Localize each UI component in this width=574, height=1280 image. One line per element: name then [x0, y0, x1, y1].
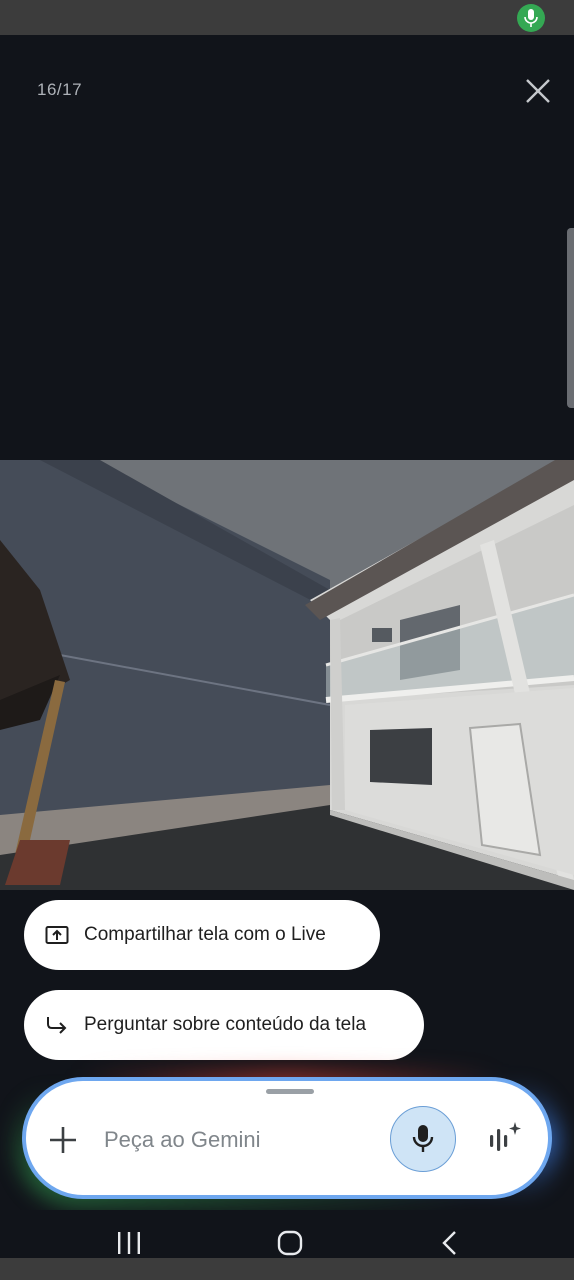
prompt-input[interactable]: Peça ao Gemini	[104, 1127, 261, 1153]
recent-apps-icon	[118, 1232, 140, 1254]
screen-share-icon	[44, 922, 70, 948]
gemini-input-bar[interactable]: Peça ao Gemini	[22, 1077, 552, 1199]
share-screen-live-label: Compartilhar tela com o Live	[84, 924, 326, 945]
ask-about-screen-chip[interactable]: Perguntar sobre conteúdo da tela	[24, 990, 424, 1060]
ask-about-screen-label: Perguntar sobre conteúdo da tela	[84, 1014, 367, 1035]
back-button[interactable]	[440, 1230, 460, 1256]
share-screen-live-chip[interactable]: Compartilhar tela com o Live	[24, 900, 380, 970]
home-icon	[277, 1230, 303, 1256]
forward-arrow-icon	[44, 1012, 70, 1038]
back-icon	[442, 1231, 456, 1255]
microphone-icon	[412, 1125, 434, 1152]
add-button[interactable]	[46, 1123, 80, 1157]
gemini-live-icon	[490, 1122, 521, 1151]
recent-apps-button[interactable]	[116, 1232, 142, 1254]
bottom-strip	[0, 1258, 574, 1280]
microphone-button[interactable]	[390, 1106, 456, 1172]
house-photo	[0, 460, 574, 890]
edge-panel-handle[interactable]	[567, 228, 574, 408]
home-button[interactable]	[277, 1230, 303, 1256]
status-bar	[0, 0, 574, 35]
close-icon	[526, 79, 550, 103]
image-counter: 16/17	[37, 80, 83, 99]
drag-handle[interactable]	[266, 1089, 314, 1094]
close-button[interactable]	[518, 71, 558, 111]
mic-active-indicator-icon	[517, 4, 545, 32]
gemini-live-button[interactable]	[484, 1119, 524, 1159]
plus-icon	[50, 1127, 76, 1153]
